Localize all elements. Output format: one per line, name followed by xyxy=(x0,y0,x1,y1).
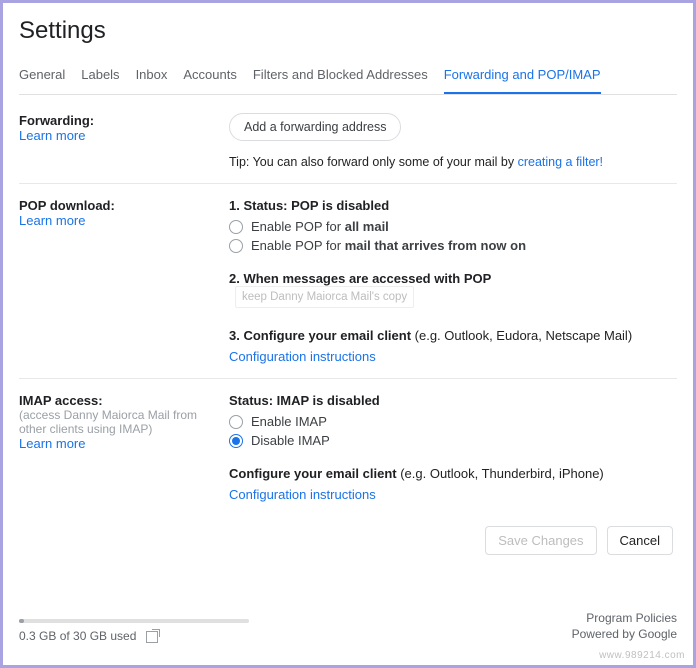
radio-unchecked-icon xyxy=(229,415,243,429)
imap-heading: IMAP access: xyxy=(19,393,217,408)
imap-configure: Configure your email client (e.g. Outloo… xyxy=(229,466,677,481)
forwarding-heading: Forwarding: xyxy=(19,113,217,128)
imap-subtext: (access Danny Maiorca Mail from other cl… xyxy=(19,408,217,436)
external-link-icon[interactable] xyxy=(146,631,158,643)
section-imap-access: IMAP access: (access Danny Maiorca Mail … xyxy=(19,379,677,516)
settings-tabs: General Labels Inbox Accounts Filters an… xyxy=(19,57,677,95)
radio-checked-icon xyxy=(229,434,243,448)
imap-learn-more-link[interactable]: Learn more xyxy=(19,436,217,451)
pop-step2: 2. When messages are accessed with POP k… xyxy=(229,271,677,308)
forwarding-tip: Tip: You can also forward only some of y… xyxy=(229,155,677,169)
tab-labels[interactable]: Labels xyxy=(81,57,119,94)
imap-status: Status: IMAP is disabled xyxy=(229,393,677,408)
tab-inbox[interactable]: Inbox xyxy=(136,57,168,94)
storage-indicator: 0.3 GB of 30 GB used xyxy=(19,619,249,643)
section-pop-download: POP download: Learn more 1. Status: POP … xyxy=(19,184,677,379)
imap-disable-radio[interactable]: Disable IMAP xyxy=(229,433,677,448)
imap-enable-radio[interactable]: Enable IMAP xyxy=(229,414,677,429)
tab-general[interactable]: General xyxy=(19,57,65,94)
action-row: Save Changes Cancel xyxy=(19,516,677,561)
pop-enable-all-mail-radio[interactable]: Enable POP for all mail xyxy=(229,219,677,234)
section-forwarding: Forwarding: Learn more Add a forwarding … xyxy=(19,99,677,184)
imap-config-instructions-link[interactable]: Configuration instructions xyxy=(229,487,677,502)
pop-status: 1. Status: POP is disabled xyxy=(229,198,677,213)
pop-enable-from-now-radio[interactable]: Enable POP for mail that arrives from no… xyxy=(229,238,677,253)
footer: 0.3 GB of 30 GB used Program Policies Po… xyxy=(19,609,677,643)
page-title: Settings xyxy=(19,17,677,45)
pop-config-instructions-link[interactable]: Configuration instructions xyxy=(229,349,677,364)
storage-bar xyxy=(19,619,249,623)
cancel-button[interactable]: Cancel xyxy=(607,526,673,555)
tab-accounts[interactable]: Accounts xyxy=(183,57,236,94)
tab-filters[interactable]: Filters and Blocked Addresses xyxy=(253,57,428,94)
pop-learn-more-link[interactable]: Learn more xyxy=(19,213,217,228)
powered-by-text: Powered by Google xyxy=(572,627,677,641)
program-policies-link[interactable]: Program Policies xyxy=(572,611,677,625)
watermark: www.989214.com xyxy=(599,650,685,661)
pop-step3: 3. Configure your email client (e.g. Out… xyxy=(229,328,677,343)
pop-message-action-dropdown[interactable]: keep Danny Maiorca Mail's copy xyxy=(235,286,414,308)
creating-filter-link[interactable]: creating a filter! xyxy=(518,155,603,169)
tab-forwarding-pop-imap[interactable]: Forwarding and POP/IMAP xyxy=(444,57,601,95)
forwarding-tip-text: Tip: You can also forward only some of y… xyxy=(229,155,518,169)
forwarding-learn-more-link[interactable]: Learn more xyxy=(19,128,217,143)
pop-heading: POP download: xyxy=(19,198,217,213)
storage-text: 0.3 GB of 30 GB used xyxy=(19,629,136,643)
add-forwarding-address-button[interactable]: Add a forwarding address xyxy=(229,113,401,141)
radio-unchecked-icon xyxy=(229,239,243,253)
save-changes-button[interactable]: Save Changes xyxy=(485,526,596,555)
radio-unchecked-icon xyxy=(229,220,243,234)
